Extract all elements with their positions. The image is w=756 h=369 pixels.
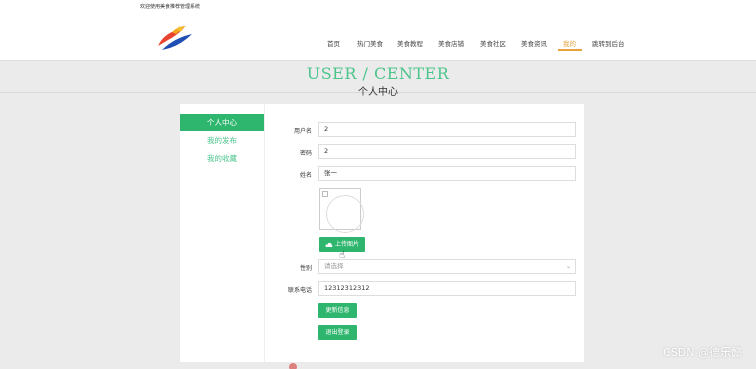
name-label: 姓名 (299, 172, 312, 179)
name-field[interactable]: 张一 (318, 166, 576, 181)
cloud-upload-icon (325, 242, 333, 247)
phone-field[interactable]: 12312312312 (318, 281, 576, 296)
scroll-top-icon[interactable] (289, 363, 297, 369)
welcome-text: 欢迎使用美食推荐管理系统 (140, 4, 201, 10)
avatar-preview (319, 188, 364, 233)
gender-label: 性别 (299, 265, 312, 272)
nav-food-community[interactable]: 美食社区 (480, 38, 506, 48)
username-label: 用户名 (293, 128, 312, 135)
hero-title: USER / CENTER (306, 64, 450, 83)
watermark: CSDN @德乐懿 (663, 346, 742, 359)
gender-select[interactable]: 请选择 ⌄ (318, 259, 576, 274)
phone-label: 联系电话 (287, 287, 312, 294)
sidebar-item-profile[interactable]: 个人中心 (180, 114, 264, 131)
nav-mine[interactable]: 我的 (563, 38, 576, 48)
password-field[interactable]: 2 (318, 144, 576, 159)
nav-active-indicator (558, 49, 582, 51)
nav-food-shop[interactable]: 美食店铺 (438, 38, 464, 48)
update-info-button[interactable]: 更新信息 (318, 303, 357, 318)
nav-hot-food[interactable]: 热门美食 (357, 38, 383, 48)
nav-food-tutorial[interactable]: 美食教程 (397, 38, 423, 48)
gender-select-placeholder: 请选择 (324, 262, 344, 270)
nav-food-news[interactable]: 美食资讯 (521, 38, 547, 48)
broken-image-icon (322, 191, 328, 197)
sidebar-item-my-posts[interactable]: 我的发布 (180, 132, 264, 149)
sidebar: 个人中心 我的发布 我的收藏 (180, 104, 265, 362)
main-nav: 首页 热门美食 美食教程 美食店铺 美食社区 美食资讯 我的 跳转到后台 (0, 38, 756, 50)
nav-backend[interactable]: 跳转到后台 (592, 38, 625, 48)
logout-button[interactable]: 退出登录 (318, 325, 357, 340)
username-field[interactable]: 2 (318, 122, 576, 137)
top-header: 欢迎使用美食推荐管理系统 (0, 0, 756, 60)
chevron-down-icon: ⌄ (565, 263, 571, 270)
nav-home[interactable]: 首页 (327, 38, 340, 48)
password-label: 密码 (299, 150, 312, 157)
avatar-placeholder-shape (326, 195, 364, 233)
sidebar-item-favorites[interactable]: 我的收藏 (180, 150, 264, 167)
upload-image-label: 上传图片 (334, 241, 359, 248)
hero-subtitle: 个人中心 (358, 87, 398, 98)
